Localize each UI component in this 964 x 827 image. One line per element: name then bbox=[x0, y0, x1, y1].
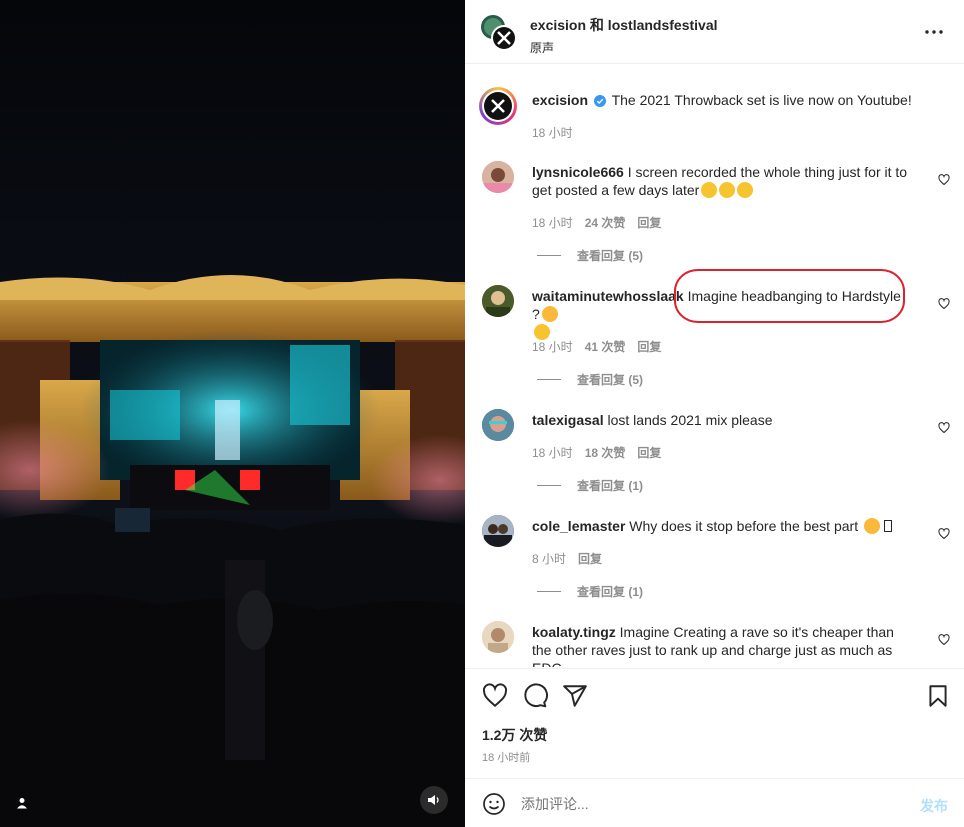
post-comment-button[interactable]: 发布 bbox=[920, 796, 948, 816]
commenter-avatar[interactable] bbox=[482, 409, 514, 441]
post-side-panel: excision 和 lostlandsfestival 原声 excision… bbox=[465, 0, 964, 827]
annotation-highlight bbox=[674, 269, 905, 323]
post-author-names[interactable]: excision 和 lostlandsfestival bbox=[530, 15, 718, 35]
post-header: excision 和 lostlandsfestival 原声 bbox=[465, 0, 964, 64]
commenter-avatar[interactable] bbox=[482, 161, 514, 193]
more-options-icon[interactable] bbox=[922, 22, 946, 42]
grin-emoji-icon bbox=[719, 182, 736, 198]
grin-emoji-icon bbox=[737, 182, 754, 198]
verified-badge-icon bbox=[593, 93, 606, 111]
comment-time: 8 小时 bbox=[532, 552, 567, 566]
comment-text: Why does it stop before the best part bbox=[629, 518, 859, 534]
comment-username[interactable]: talexigasal bbox=[532, 412, 604, 428]
collab-avatars[interactable] bbox=[480, 14, 518, 52]
tagged-users-icon[interactable] bbox=[10, 791, 34, 815]
like-comment-icon[interactable] bbox=[938, 173, 950, 186]
comment-username[interactable]: koalaty.tingz bbox=[532, 624, 616, 640]
post-actions: 1.2万 次赞 18 小时前 bbox=[465, 668, 964, 778]
like-icon[interactable] bbox=[482, 683, 508, 709]
audio-label[interactable]: 原声 bbox=[530, 39, 718, 56]
caption-text: The 2021 Throwback set is live now on Yo… bbox=[611, 92, 912, 108]
volume-icon[interactable] bbox=[420, 786, 448, 814]
commenter-avatar[interactable] bbox=[482, 515, 514, 547]
caption-username[interactable]: excision bbox=[532, 92, 588, 108]
post-time: 18 小时前 bbox=[482, 752, 531, 764]
commenter-avatar[interactable] bbox=[482, 621, 514, 653]
grin-emoji-icon bbox=[701, 182, 718, 198]
comment-likes[interactable]: 41 次赞 bbox=[585, 338, 626, 355]
unknown-glyph-icon bbox=[883, 520, 892, 532]
comment-username[interactable]: cole_lemaster bbox=[532, 518, 625, 534]
comment-likes[interactable]: 24 次赞 bbox=[585, 214, 626, 231]
share-icon[interactable] bbox=[562, 683, 588, 709]
sad-emoji-icon bbox=[863, 518, 880, 534]
comment-time: 18 小时 bbox=[532, 216, 573, 230]
comment-likes[interactable]: 18 次赞 bbox=[585, 444, 626, 461]
save-icon[interactable] bbox=[925, 683, 951, 709]
video-player[interactable] bbox=[0, 0, 465, 827]
like-comment-icon[interactable] bbox=[938, 297, 950, 310]
commenter-avatar[interactable] bbox=[482, 285, 514, 317]
view-replies-button[interactable]: 查看回复 (5) bbox=[537, 247, 643, 264]
comment-icon[interactable] bbox=[522, 683, 548, 709]
reply-button[interactable]: 回复 bbox=[637, 338, 661, 355]
view-replies-button[interactable]: 查看回复 (1) bbox=[537, 477, 643, 494]
like-comment-icon[interactable] bbox=[938, 527, 950, 540]
emoji-picker-icon[interactable] bbox=[482, 792, 506, 816]
like-comment-icon[interactable] bbox=[938, 633, 950, 646]
view-replies-button[interactable]: 查看回复 (5) bbox=[537, 371, 643, 388]
thinking-emoji-icon bbox=[541, 306, 558, 322]
author-avatar[interactable] bbox=[479, 87, 517, 125]
comment-input[interactable] bbox=[521, 796, 881, 812]
comment-composer: 发布 bbox=[465, 778, 964, 827]
concert-video-frame bbox=[0, 0, 465, 827]
comments-list[interactable]: excision The 2021 Throwback set is live … bbox=[465, 65, 964, 667]
reply-button[interactable]: 回复 bbox=[637, 444, 661, 461]
comment-time: 18 小时 bbox=[532, 340, 573, 354]
like-comment-icon[interactable] bbox=[938, 421, 950, 434]
comment-username[interactable]: lynsnicole666 bbox=[532, 164, 624, 180]
comment-username[interactable]: waitaminutewhosslaak bbox=[532, 288, 684, 304]
reply-button[interactable]: 回复 bbox=[637, 214, 661, 231]
view-replies-button[interactable]: 查看回复 (1) bbox=[537, 583, 643, 600]
like-count[interactable]: 1.2万 次赞 bbox=[482, 725, 547, 745]
comment-time: 18 小时 bbox=[532, 446, 573, 460]
caption-time: 18 小时 bbox=[532, 126, 573, 140]
reply-button[interactable]: 回复 bbox=[578, 550, 602, 567]
comment-text: lost lands 2021 mix please bbox=[607, 412, 773, 428]
